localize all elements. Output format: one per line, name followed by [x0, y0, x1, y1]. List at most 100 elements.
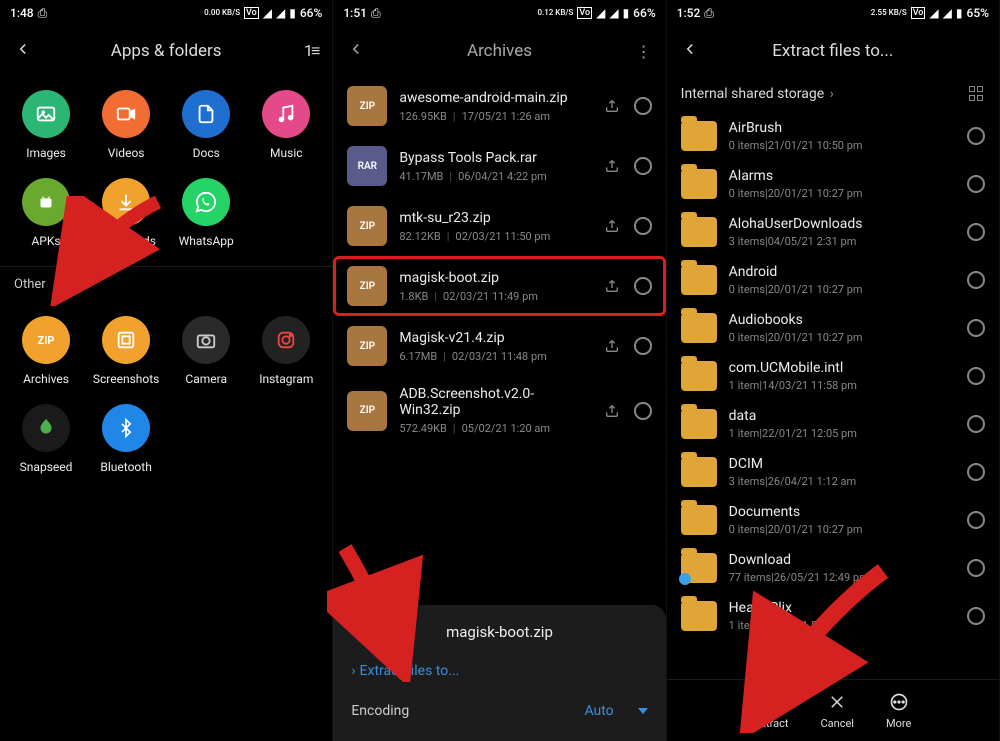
category-screenshots[interactable]: Screenshots	[86, 316, 166, 386]
select-radio[interactable]	[967, 319, 985, 337]
select-radio[interactable]	[634, 277, 652, 295]
encoding-value: Auto	[584, 703, 613, 719]
folder-row[interactable]: Alarms 0 items|20/01/21 10:27 pm	[667, 160, 999, 208]
status-time: 1:48	[10, 6, 34, 20]
category-videos[interactable]: Videos	[86, 90, 166, 160]
folder-name: AirBrush	[729, 120, 955, 136]
folder-icon	[681, 553, 717, 583]
page-title: Archives	[367, 41, 631, 61]
select-radio[interactable]	[634, 97, 652, 115]
select-radio[interactable]	[967, 223, 985, 241]
select-radio[interactable]	[967, 559, 985, 577]
share-icon[interactable]	[604, 98, 620, 114]
grid-view-icon[interactable]	[969, 86, 985, 102]
folder-meta: 0 items|21/01/21 10:50 pm	[729, 139, 955, 152]
download-icon	[102, 178, 150, 226]
file-name: magisk-boot.zip	[399, 270, 591, 286]
select-radio[interactable]	[967, 175, 985, 193]
category-whatsapp[interactable]: WhatsApp	[166, 178, 246, 248]
folder-row[interactable]: Audiobooks 0 items|20/01/21 10:27 pm	[667, 304, 999, 352]
folder-name: DCIM	[729, 456, 955, 472]
vowifi-icon: Vo	[577, 7, 592, 19]
folder-icon	[681, 361, 717, 391]
file-meta: 1.8KB|02/03/21 11:49 pm	[399, 290, 591, 303]
share-icon[interactable]	[604, 158, 620, 174]
category-instagram[interactable]: Instagram	[246, 316, 326, 386]
share-icon[interactable]	[604, 218, 620, 234]
category-images[interactable]: Images	[6, 90, 86, 160]
file-name: awesome-android-main.zip	[399, 90, 591, 106]
sort-icon[interactable]: 1≡	[298, 41, 318, 61]
folder-row[interactable]: AlohaUserDownloads 3 items|04/05/21 2:31…	[667, 208, 999, 256]
folder-row[interactable]: com.UCMobile.intl 1 item|14/03/21 11:58 …	[667, 352, 999, 400]
zip-icon: ZIP	[347, 391, 387, 431]
folder-row[interactable]: Documents 0 items|20/01/21 10:27 pm	[667, 496, 999, 544]
select-radio[interactable]	[967, 367, 985, 385]
category-music[interactable]: Music	[246, 90, 326, 160]
back-icon[interactable]	[681, 40, 701, 62]
file-row[interactable]: RAR Bypass Tools Pack.rar 41.17MB|06/04/…	[333, 136, 665, 196]
share-icon[interactable]	[604, 338, 620, 354]
folder-info: Alarms 0 items|20/01/21 10:27 pm	[729, 168, 955, 200]
folder-row[interactable]: data 1 item|22/01/21 12:05 pm	[667, 400, 999, 448]
file-row[interactable]: ZIP Magisk-v21.4.zip 6.17MB|02/03/21 11:…	[333, 316, 665, 376]
folder-row[interactable]: Android 0 items|20/01/21 10:27 pm	[667, 256, 999, 304]
category-camera[interactable]: Camera	[166, 316, 246, 386]
select-radio[interactable]	[634, 217, 652, 235]
file-row[interactable]: ZIP magisk-boot.zip 1.8KB|02/03/21 11:49…	[333, 256, 665, 316]
back-icon[interactable]	[14, 40, 34, 62]
folder-row[interactable]: AirBrush 0 items|21/01/21 10:50 pm	[667, 112, 999, 160]
more-icon[interactable]: ⋮	[632, 42, 652, 61]
back-icon[interactable]	[347, 40, 367, 62]
category-bluetooth[interactable]: Bluetooth	[86, 404, 166, 474]
category-downloads[interactable]: Downloads	[86, 178, 166, 248]
folder-name: HealthPlix	[729, 600, 955, 616]
folder-info: Audiobooks 0 items|20/01/21 10:27 pm	[729, 312, 955, 344]
file-info: awesome-android-main.zip 126.95KB|17/05/…	[399, 90, 591, 123]
select-radio[interactable]	[967, 271, 985, 289]
select-radio[interactable]	[967, 607, 985, 625]
extract-button[interactable]: Extract	[754, 691, 788, 730]
category-snapseed[interactable]: Snapseed	[6, 404, 86, 474]
notification-icon: ⎙	[38, 6, 48, 21]
category-apks[interactable]: APKs	[6, 178, 86, 248]
category-docs[interactable]: Docs	[166, 90, 246, 160]
folder-info: AlohaUserDownloads 3 items|04/05/21 2:31…	[729, 216, 955, 248]
folder-name: com.UCMobile.intl	[729, 360, 955, 376]
file-meta: 82.12KB|02/03/21 11:50 pm	[399, 230, 591, 243]
file-row[interactable]: ZIP awesome-android-main.zip 126.95KB|17…	[333, 76, 665, 136]
select-radio[interactable]	[634, 402, 652, 420]
select-radio[interactable]	[634, 157, 652, 175]
folder-meta: 1 item|22/01/21 12:05 pm	[729, 427, 955, 440]
file-info: Magisk-v21.4.zip 6.17MB|02/03/21 11:48 p…	[399, 330, 591, 363]
folder-meta: 0 items|20/01/21 10:27 pm	[729, 331, 955, 344]
page-title: Apps & folders	[34, 41, 298, 61]
share-icon[interactable]	[604, 403, 620, 419]
select-radio[interactable]	[967, 511, 985, 529]
extract-sheet: magisk-boot.zip › Extract files to... En…	[333, 605, 665, 741]
folder-row[interactable]: Download 77 items|26/05/21 12:49 pm	[667, 544, 999, 592]
folder-meta: 77 items|26/05/21 12:49 pm	[729, 571, 955, 584]
notification-icon: ⎙	[704, 6, 714, 21]
zip-icon: ZIP	[22, 316, 70, 364]
share-icon[interactable]	[604, 278, 620, 294]
category-label: Videos	[108, 146, 145, 160]
select-radio[interactable]	[634, 337, 652, 355]
file-row[interactable]: ZIP mtk-su_r23.zip 82.12KB|02/03/21 11:5…	[333, 196, 665, 256]
folder-info: DCIM 3 items|26/04/21 1:12 am	[729, 456, 955, 488]
more-icon	[888, 691, 910, 713]
extract-files-to[interactable]: › Extract files to...	[351, 663, 647, 679]
folder-meta: 3 items|04/05/21 2:31 pm	[729, 235, 955, 248]
encoding-row[interactable]: Encoding Auto	[351, 703, 647, 719]
more-button[interactable]: More	[886, 691, 911, 730]
cancel-button[interactable]: Cancel	[820, 691, 853, 730]
folder-row[interactable]: HealthPlix 1 item|17/04/21 5:18	[667, 592, 999, 640]
folder-row[interactable]: DCIM 3 items|26/04/21 1:12 am	[667, 448, 999, 496]
battery-icon: ▮	[623, 6, 630, 20]
category-archives[interactable]: ZIP Archives	[6, 316, 86, 386]
select-radio[interactable]	[967, 415, 985, 433]
select-radio[interactable]	[967, 127, 985, 145]
breadcrumb[interactable]: Internal shared storage ›	[667, 76, 999, 112]
select-radio[interactable]	[967, 463, 985, 481]
file-row[interactable]: ZIP ADB.Screenshot.v2.0-Win32.zip 572.49…	[333, 376, 665, 445]
